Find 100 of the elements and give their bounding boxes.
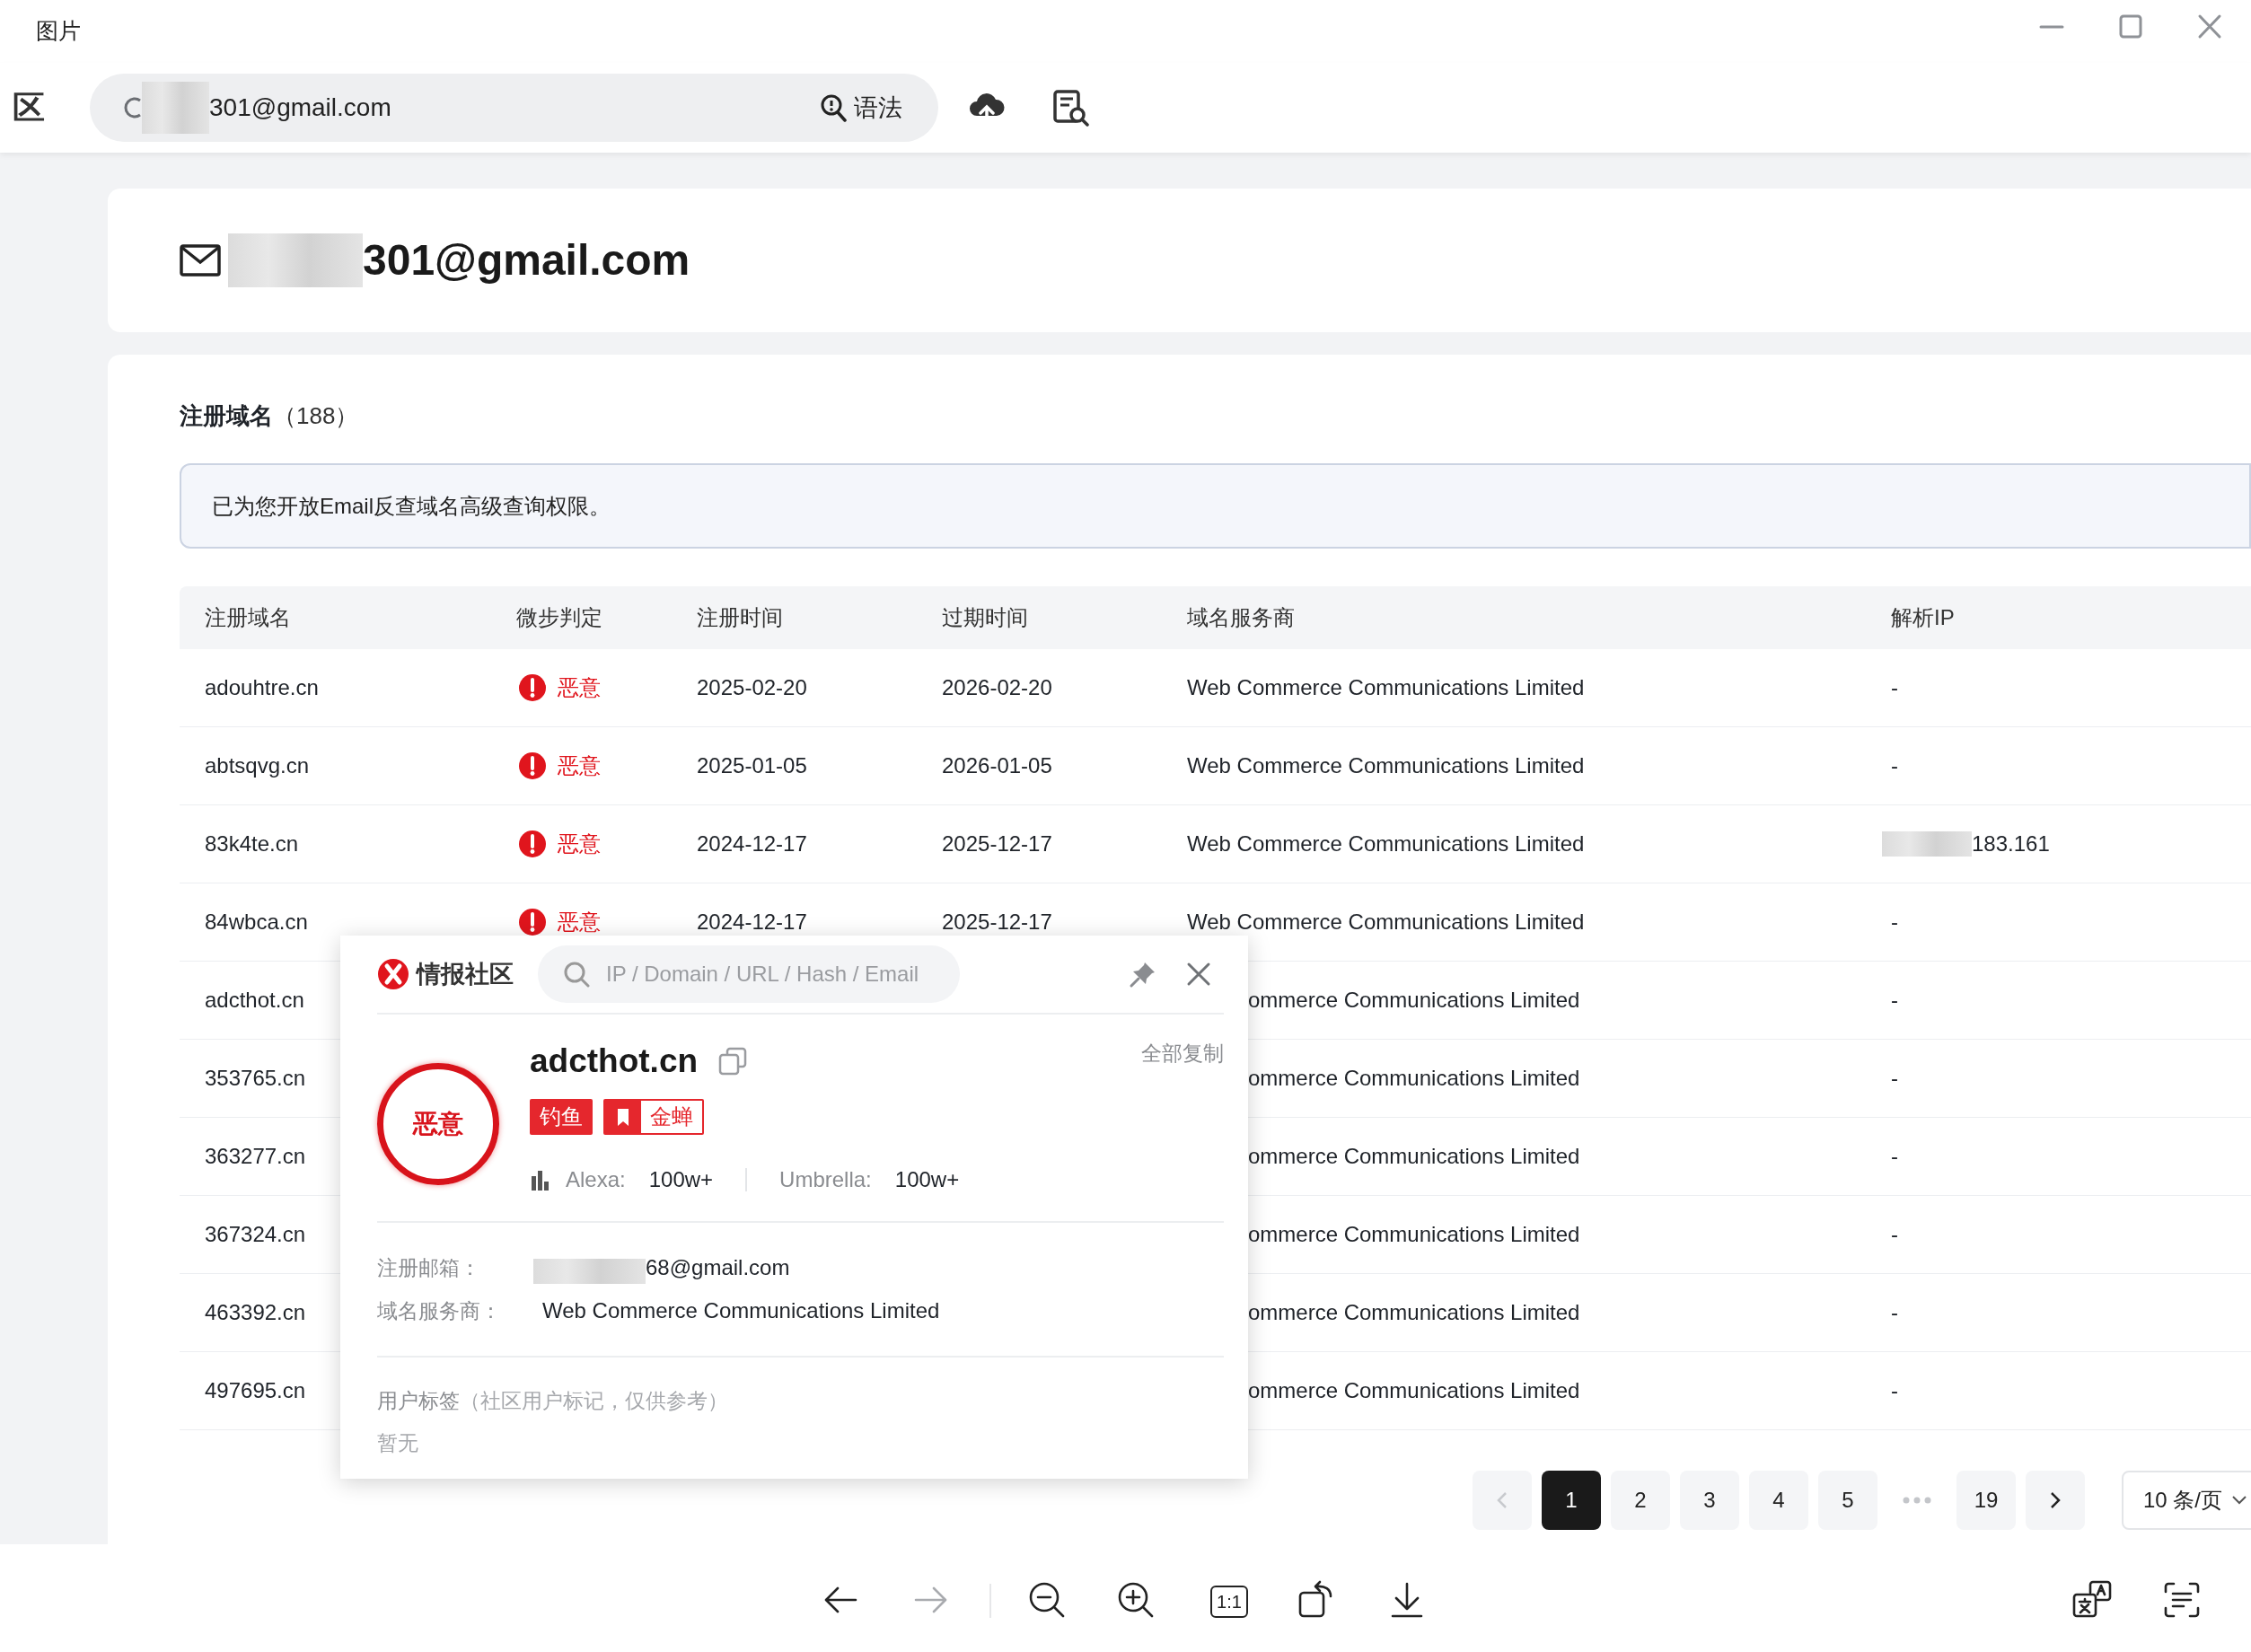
table-cell[interactable]: 367324.cn	[205, 1218, 306, 1251]
verdict-label: 恶意	[558, 830, 601, 857]
rank-label: Alexa:	[566, 1166, 626, 1193]
notice-text: 已为您开放Email反查域名高级查询权限。	[212, 492, 611, 520]
column-header: 注册域名	[205, 605, 291, 629]
rank-value: 100w+	[894, 1166, 960, 1193]
search-input[interactable]: IP / Domain / URL / Hash / Email	[606, 958, 947, 990]
page-button[interactable]: 3	[1680, 1471, 1739, 1530]
email-heading: 301@gmail.com	[363, 235, 690, 286]
table-cell-text: 2025-01-05	[697, 752, 807, 779]
table-cell-text: -	[1891, 674, 1898, 701]
bar-chart-icon	[530, 1169, 551, 1191]
chevron-down-icon	[2231, 1495, 2248, 1506]
table-cell-text: Web Commerce Communications Limited	[1187, 674, 1585, 701]
verdict-label: 恶意	[558, 752, 601, 779]
verdict-label: 恶意	[558, 909, 601, 936]
table-cell-text: 2026-02-20	[942, 674, 1052, 701]
page-button[interactable]: 1	[1542, 1471, 1601, 1530]
field-value: 68@gmail.com	[646, 1254, 790, 1281]
table-cell-text: -	[1891, 1377, 1898, 1404]
table-cell[interactable]: 83k4te.cn	[205, 828, 299, 860]
table-cell-text: 2025-12-17	[942, 909, 1052, 936]
table-cell-text: Web Commerce Communications Limited	[1187, 752, 1585, 779]
column-header: 解析IP	[1891, 605, 1955, 629]
brand-name: 区	[13, 88, 46, 127]
page-button[interactable]: 2	[1611, 1471, 1670, 1530]
page-button[interactable]: 4	[1749, 1471, 1808, 1530]
table-cell[interactable]: 363277.cn	[205, 1140, 306, 1173]
table-cell-text: 2025-02-20	[697, 674, 807, 701]
page-button[interactable]: 5	[1818, 1471, 1877, 1530]
table-cell-text: Web Commerce Communications Limited	[1187, 830, 1585, 857]
table-cell-text: ommerce Communications Limited	[1248, 1299, 1580, 1326]
table-cell[interactable]: 353765.cn	[205, 1062, 306, 1094]
rank-value: 100w+	[648, 1166, 714, 1193]
window-title: 图片	[36, 17, 81, 46]
alert-icon	[518, 751, 547, 780]
section-title: 注册域名	[180, 400, 273, 431]
document-search-icon[interactable]	[1051, 89, 1089, 127]
column-header: 微步判定	[516, 605, 602, 629]
table-cell-text: 2024-12-17	[697, 830, 807, 857]
user-tags-title: 用户标签	[377, 1387, 460, 1414]
brand-name: 情报社区	[417, 959, 514, 989]
verdict-label: 恶意	[413, 1109, 463, 1139]
table-cell-text: -	[1891, 1299, 1898, 1326]
table-cell[interactable]: abtsqvg.cn	[205, 750, 310, 782]
search-icon	[563, 961, 590, 988]
table-cell-text: -	[1891, 909, 1898, 936]
field-value: Web Commerce Communications Limited	[542, 1297, 940, 1324]
domain-title: adcthot.cn	[530, 1041, 699, 1082]
user-tags-hint: （社区用户标记，仅供参考）	[460, 1387, 728, 1414]
text-scan-icon[interactable]	[2162, 1580, 2202, 1620]
table-cell-text: -	[1891, 752, 1898, 779]
field-label: 域名服务商：	[377, 1297, 502, 1324]
tag[interactable]: 金蝉	[603, 1099, 704, 1135]
table-cell-text: ommerce Communications Limited	[1248, 987, 1580, 1014]
syntax-button[interactable]: 语法	[820, 89, 902, 127]
search-value: 301@gmail.com	[209, 92, 391, 123]
table-cell-text: ommerce Communications Limited	[1248, 1377, 1580, 1404]
table-cell-text: ommerce Communications Limited	[1248, 1221, 1580, 1248]
search-field[interactable]: 301@gmail.com 语法	[90, 74, 938, 142]
column-header: 过期时间	[942, 605, 1028, 629]
zoom-in-icon[interactable]	[1116, 1580, 1156, 1620]
actual-size-button[interactable]: 1:1	[1210, 1586, 1248, 1618]
table-cell-text: -	[1891, 987, 1898, 1014]
close-icon[interactable]	[1186, 962, 1211, 987]
logo-icon	[377, 958, 409, 990]
field-label: 注册邮箱：	[377, 1254, 481, 1281]
table-cell-text: 2025-12-17	[942, 830, 1052, 857]
rank-label: Umbrella:	[779, 1166, 872, 1193]
table-cell[interactable]: 497695.cn	[205, 1375, 306, 1407]
table-cell-text: -	[1891, 1065, 1898, 1092]
table-cell-text: -	[1891, 1221, 1898, 1248]
table-cell-text: -	[1891, 1143, 1898, 1170]
mail-icon	[180, 244, 221, 277]
table-cell-text: 183.161	[1972, 830, 2050, 857]
table-cell-text: Web Commerce Communications Limited	[1187, 909, 1585, 936]
translate-icon[interactable]	[2072, 1580, 2112, 1620]
table-cell-text: 2026-01-05	[942, 752, 1052, 779]
table-cell-text: ommerce Communications Limited	[1248, 1065, 1580, 1092]
page-button[interactable]: 19	[1956, 1471, 2016, 1530]
table-cell[interactable]: 84wbca.cn	[205, 906, 308, 938]
tag[interactable]: 钓鱼	[530, 1099, 593, 1135]
zoom-out-icon[interactable]	[1027, 1580, 1067, 1620]
result-count: （188）	[273, 400, 359, 431]
user-tags-empty: 暂无	[377, 1430, 419, 1456]
copy-icon[interactable]	[717, 1046, 749, 1076]
table-cell[interactable]: adcthot.cn	[205, 984, 304, 1016]
verdict-label: 恶意	[558, 674, 601, 701]
table-cell[interactable]: 463392.cn	[205, 1296, 306, 1329]
pin-icon[interactable]	[1129, 960, 1157, 989]
alert-icon	[518, 673, 547, 702]
search-field[interactable]: IP / Domain / URL / Hash / Email	[538, 945, 960, 1003]
alert-icon	[518, 830, 547, 858]
column-header: 域名服务商	[1187, 605, 1295, 629]
page-size-select[interactable]: 10 条/页	[2122, 1471, 2251, 1530]
table-cell-text: ommerce Communications Limited	[1248, 1143, 1580, 1170]
column-header: 注册时间	[697, 605, 783, 629]
table-cell-text: 2024-12-17	[697, 909, 807, 936]
table-cell[interactable]: adouhtre.cn	[205, 672, 319, 704]
search-icon	[820, 93, 847, 122]
